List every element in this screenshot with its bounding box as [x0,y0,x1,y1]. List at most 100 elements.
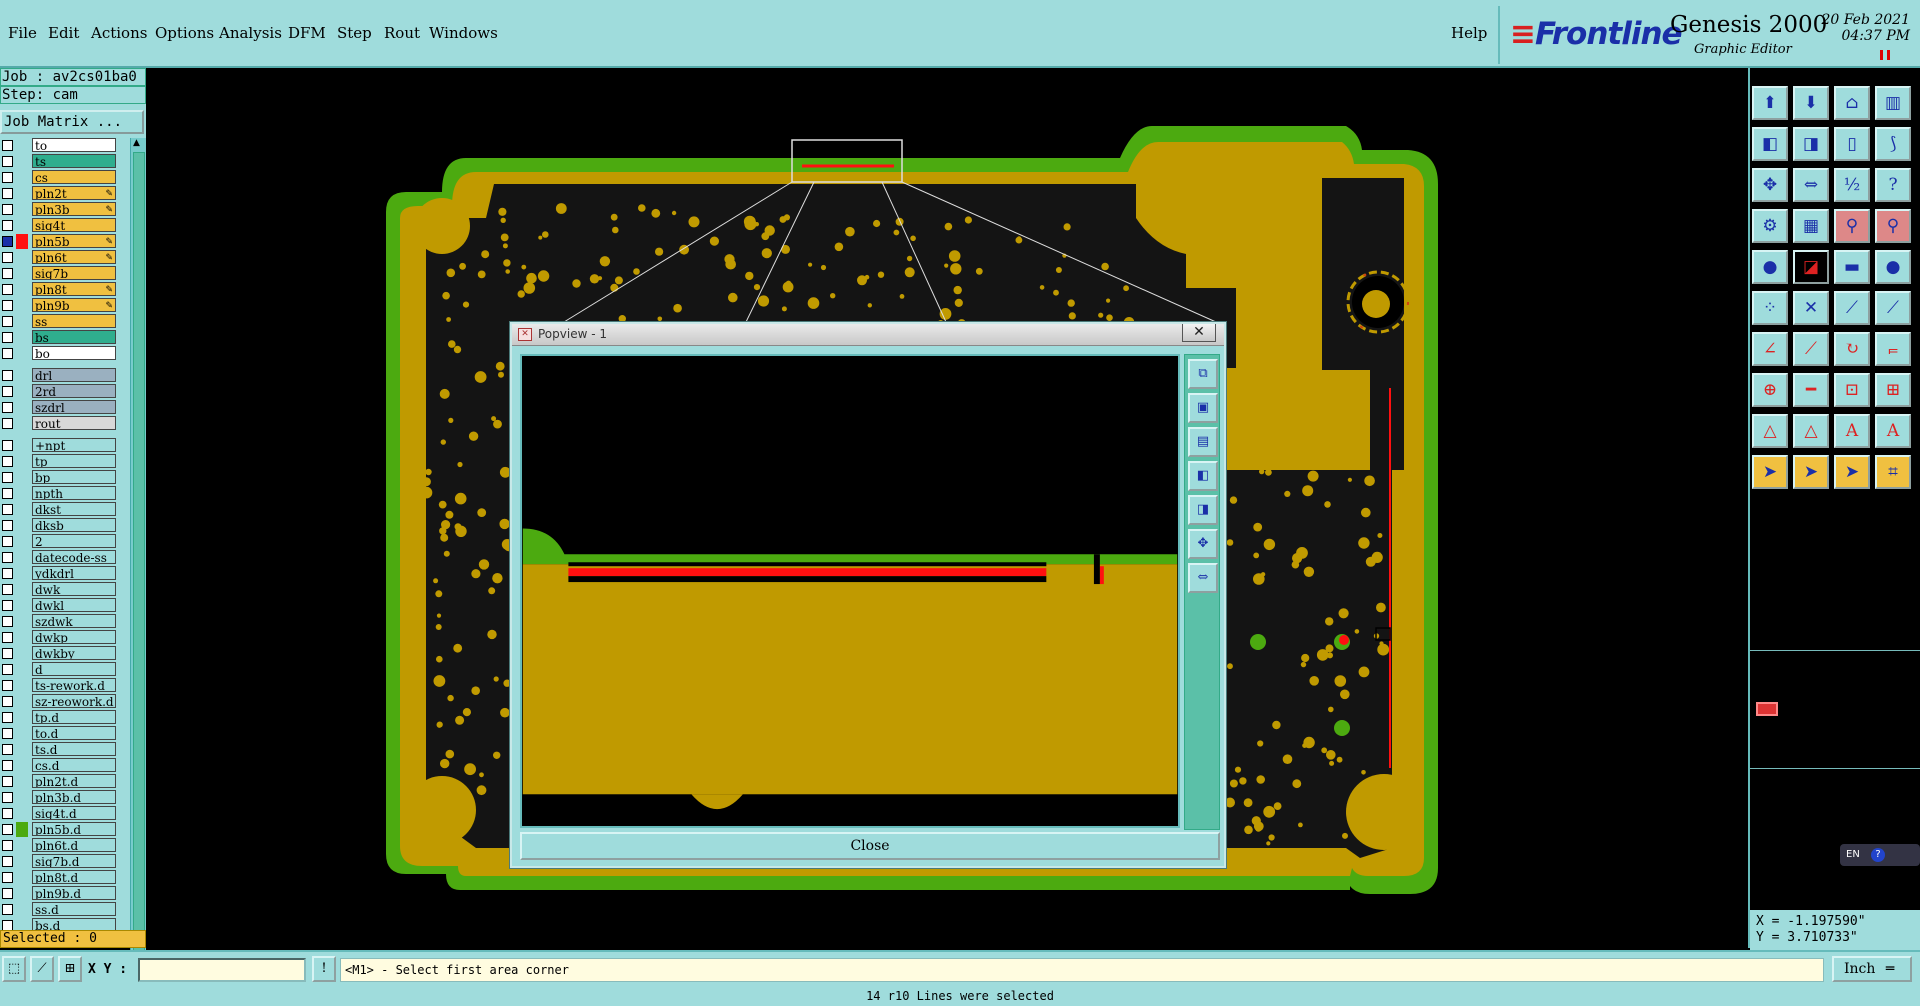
layer-status-swatch[interactable] [16,330,28,345]
layer-checkbox[interactable] [2,488,13,499]
layer-row[interactable]: dwk [0,582,118,597]
layer-row[interactable]: sig7b [0,266,118,281]
menu-windows[interactable]: Windows [429,24,498,42]
layer-name[interactable]: cs [32,170,116,184]
scroll-thumb[interactable] [133,152,145,972]
layer-checkbox[interactable] [2,696,13,707]
layer-name[interactable]: szdwk [32,614,116,628]
tool-text-alt-icon[interactable]: A [1875,414,1911,448]
tool-arc-alt-icon[interactable]: ⟋ [1875,291,1911,325]
layer-row[interactable]: pln6t.d [0,838,118,853]
layer-row[interactable]: tp [0,454,118,469]
popview-pan-left-icon[interactable]: ◧ [1188,461,1218,491]
snap-grid-icon[interactable]: ⊞ [58,956,82,982]
tool-select-icon[interactable]: ➤ [1752,455,1788,489]
layer-checkbox[interactable] [2,504,13,515]
layer-checkbox[interactable] [2,600,13,611]
layer-status-swatch[interactable] [16,822,28,837]
tool-select-net-icon[interactable]: ⌗ [1875,455,1911,489]
layer-status-swatch[interactable] [16,400,28,415]
tool-fit-icon[interactable]: ✥ [1752,168,1788,202]
layer-checkbox[interactable] [2,472,13,483]
layer-row[interactable]: dkst [0,502,118,517]
layer-checkbox[interactable] [2,776,13,787]
layer-name[interactable]: pln3b.d [32,790,116,804]
layer-row[interactable]: cs [0,170,118,185]
layer-name[interactable]: ts-rework.d [32,678,116,692]
layer-checkbox[interactable] [2,728,13,739]
layer-checkbox[interactable] [2,584,13,595]
layer-name[interactable]: pln5b.d [32,822,116,836]
tool-filter-alt-icon[interactable]: ⚲ [1875,209,1911,243]
layer-status-swatch[interactable] [16,630,28,645]
job-matrix-button[interactable]: Job Matrix ... [0,110,144,134]
layer-status-swatch[interactable] [16,854,28,869]
layer-row[interactable]: ts-rework.d [0,678,118,693]
layer-row[interactable]: ydkdrl [0,566,118,581]
tool-settings-icon[interactable]: ⚙ [1752,209,1788,243]
layer-name[interactable]: ts.d [32,742,116,756]
layer-name[interactable]: sz-reowork.d [32,694,116,708]
tool-triangle-alt-icon[interactable]: △ [1793,414,1829,448]
layer-name[interactable]: tp [32,454,116,468]
popview-titlebar[interactable]: ✕ Popview - 1 ✕ [512,324,1224,346]
layer-name[interactable]: rout [32,416,116,430]
tool-filter-icon[interactable]: ⚲ [1834,209,1870,243]
layer-name[interactable]: pln6t [32,250,116,264]
layer-status-swatch[interactable] [16,438,28,453]
tool-zoom-prev-icon[interactable]: ⇔ [1793,168,1829,202]
layer-status-swatch[interactable] [16,742,28,757]
layer-row[interactable]: sig4t.d [0,806,118,821]
layer-status-swatch[interactable] [16,678,28,693]
layer-row[interactable]: sig4t [0,218,118,233]
layer-checkbox[interactable] [2,332,13,343]
tool-pad-icon[interactable]: ● [1752,250,1788,284]
layer-status-swatch[interactable] [16,838,28,853]
tool-mirror-icon[interactable]: ⫭ [1875,332,1911,366]
layer-status-swatch[interactable] [16,368,28,383]
layer-row[interactable]: bs [0,330,118,345]
layer-checkbox[interactable] [2,316,13,327]
help-icon[interactable]: ? [1871,848,1885,862]
layer-row[interactable]: cs.d [0,758,118,773]
tool-connect-icon[interactable]: ⁘ [1752,291,1788,325]
layer-name[interactable]: dwk [32,582,116,596]
layer-checkbox[interactable] [2,188,13,199]
layer-status-swatch[interactable] [16,486,28,501]
layer-name[interactable]: pln9b [32,298,116,312]
layer-row[interactable]: +npt [0,438,118,453]
layer-checkbox[interactable] [2,888,13,899]
layer-name[interactable]: d [32,662,116,676]
layer-status-swatch[interactable] [16,582,28,597]
layer-name[interactable]: sig7b [32,266,116,280]
layer-checkbox[interactable] [2,648,13,659]
layer-name[interactable]: datecode-ss [32,550,116,564]
layer-status-swatch[interactable] [16,598,28,613]
layer-checkbox[interactable] [2,140,13,151]
layer-name[interactable]: to.d [32,726,116,740]
layer-row[interactable]: ss [0,314,118,329]
layer-row[interactable]: drl [0,368,118,383]
layer-name[interactable]: ydkdrl [32,566,116,580]
popview-home-icon[interactable]: ⇔ [1188,563,1218,593]
tool-add-icon[interactable]: ⊕ [1752,373,1788,407]
layer-status-swatch[interactable] [16,416,28,431]
layer-name[interactable]: drl [32,368,116,382]
layer-status-swatch[interactable] [16,138,28,153]
layer-row[interactable]: ts.d [0,742,118,757]
tool-redraw-icon[interactable]: ⟆ [1875,127,1911,161]
tool-slope-icon[interactable]: ⟋ [1793,332,1829,366]
tool-up-icon[interactable]: ⬆ [1752,86,1788,120]
layer-name[interactable]: pln6t.d [32,838,116,852]
close-icon[interactable]: ✕ [1182,324,1216,342]
layer-checkbox[interactable] [2,440,13,451]
layer-checkbox[interactable] [2,402,13,413]
layer-checkbox[interactable] [2,568,13,579]
tool-angle-icon[interactable]: ∠ [1752,332,1788,366]
tool-half-icon[interactable]: ½ [1834,168,1870,202]
layer-name[interactable]: ts [32,154,116,168]
layer-status-swatch[interactable] [16,790,28,805]
popview-canvas[interactable] [520,354,1180,828]
layer-row[interactable]: dwkl [0,598,118,613]
layer-checkbox[interactable] [2,252,13,263]
